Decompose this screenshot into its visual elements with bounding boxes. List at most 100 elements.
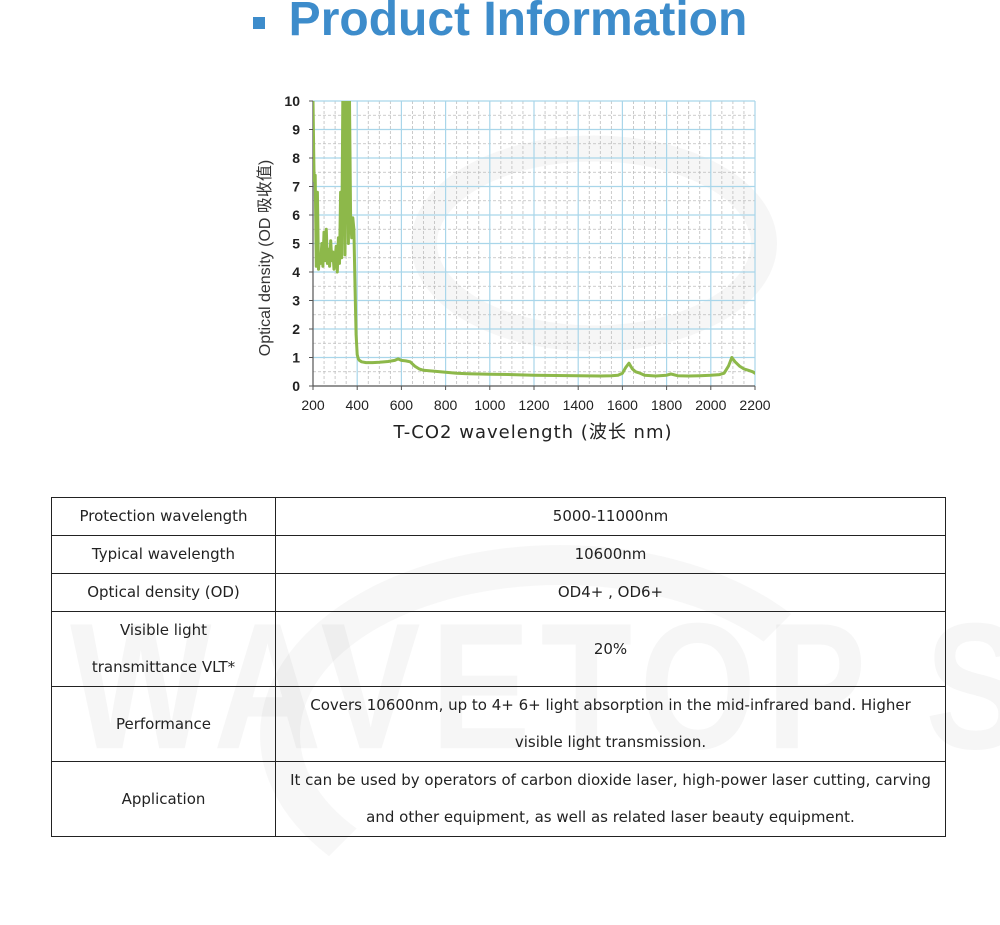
table-row: Visible light transmittance VLT* 20% — [51, 611, 946, 687]
data-point — [643, 373, 646, 377]
data-point — [532, 373, 536, 377]
x-tick-label: 1000 — [474, 397, 505, 413]
data-point — [753, 371, 755, 375]
x-tick-label: 1800 — [651, 397, 682, 413]
data-point — [378, 361, 381, 364]
data-point — [342, 101, 346, 103]
x-tick-label: 1400 — [563, 397, 594, 413]
data-point — [738, 364, 741, 368]
data-point — [358, 359, 361, 362]
data-point — [353, 285, 357, 288]
data-point — [339, 191, 342, 194]
data-point — [599, 374, 602, 378]
data-point — [413, 364, 416, 368]
data-point — [346, 101, 349, 103]
y-tick-label: 9 — [292, 122, 300, 138]
y-tick-label: 8 — [292, 150, 300, 166]
data-point — [654, 374, 657, 378]
data-point — [331, 250, 335, 254]
x-tick-label: 800 — [434, 397, 458, 413]
data-point — [698, 374, 701, 377]
data-point — [336, 270, 339, 274]
x-tick-label: 2000 — [695, 397, 726, 413]
table-row: Typical wavelength 10600nm — [51, 535, 946, 574]
spec-value: 5000-11000nm — [275, 497, 946, 536]
spec-value: 20% — [275, 611, 946, 687]
x-tick-label: 2200 — [739, 397, 770, 413]
y-tick-label: 6 — [292, 207, 300, 223]
y-tick-label: 3 — [292, 293, 300, 309]
table-row: Optical density (OD) OD4+ , OD6+ — [51, 573, 946, 612]
spec-label: Performance — [51, 686, 276, 762]
spec-value: OD4+ , OD6+ — [275, 573, 946, 612]
data-point — [610, 374, 613, 377]
spec-value: 10600nm — [275, 535, 946, 574]
y-tick-label: 4 — [292, 264, 300, 280]
data-point — [323, 259, 327, 262]
x-tick-label: 200 — [301, 397, 325, 413]
data-point — [422, 369, 425, 372]
data-point — [669, 372, 673, 376]
data-point — [455, 371, 458, 375]
data-point — [351, 216, 354, 220]
data-point — [417, 367, 421, 371]
data-point — [466, 372, 469, 375]
data-point — [624, 366, 627, 369]
data-point — [742, 367, 746, 371]
x-tick-label: 400 — [346, 397, 370, 413]
optical-density-chart: 200 400 600 800 1000 1200 1400 1600 1800 2000 2200… — [256, 93, 771, 443]
data-point — [371, 361, 374, 364]
data-point — [730, 356, 733, 359]
data-point — [638, 371, 642, 375]
data-point — [616, 373, 620, 377]
data-point — [554, 374, 558, 377]
data-point — [333, 256, 337, 259]
data-point — [488, 373, 491, 376]
data-point — [316, 191, 319, 194]
data-point — [327, 248, 330, 251]
spec-value: Covers 10600nm, up to 4+ 6+ light absorp… — [275, 686, 946, 762]
data-point — [320, 242, 324, 245]
data-point — [360, 360, 363, 363]
y-tick-label: 7 — [292, 179, 300, 195]
data-point — [627, 362, 631, 365]
spec-value: It can be used by operators of carbon di… — [275, 761, 946, 837]
data-point — [347, 242, 350, 245]
y-tick-label: 0 — [292, 378, 300, 394]
data-point — [665, 373, 668, 377]
x-tick-label: 1200 — [518, 397, 549, 413]
data-point — [621, 371, 624, 375]
y-tick-label: 2 — [292, 321, 300, 337]
spec-label: Optical density (OD) — [51, 573, 276, 612]
data-point — [321, 265, 325, 268]
y-tick-label: 5 — [292, 236, 300, 252]
data-point — [343, 253, 347, 257]
x-tick-label: 1600 — [607, 397, 638, 413]
data-point — [727, 364, 730, 368]
data-point — [325, 228, 328, 231]
y-tick-label: 1 — [292, 350, 300, 366]
spec-label: Typical wavelength — [51, 535, 276, 574]
data-point — [386, 360, 390, 363]
data-point — [409, 360, 412, 363]
data-point — [400, 359, 403, 362]
data-point — [332, 267, 336, 271]
data-point — [337, 236, 340, 239]
specs-table: Protection wavelength 5000-11000nm Typic… — [51, 497, 946, 837]
data-point — [315, 265, 318, 268]
data-point — [364, 361, 368, 364]
y-tick-label: 10 — [284, 93, 300, 109]
data-point — [631, 367, 634, 371]
data-point — [322, 230, 326, 234]
data-point — [433, 369, 436, 373]
data-point — [356, 353, 359, 356]
data-point — [751, 370, 754, 373]
section-title: Product Information — [252, 0, 747, 50]
data-point — [326, 262, 329, 265]
data-point — [687, 374, 690, 378]
data-point — [319, 262, 322, 265]
spec-label: Protection wavelength — [51, 497, 276, 536]
data-point — [722, 371, 726, 375]
data-point — [634, 370, 637, 373]
data-point — [350, 236, 353, 239]
